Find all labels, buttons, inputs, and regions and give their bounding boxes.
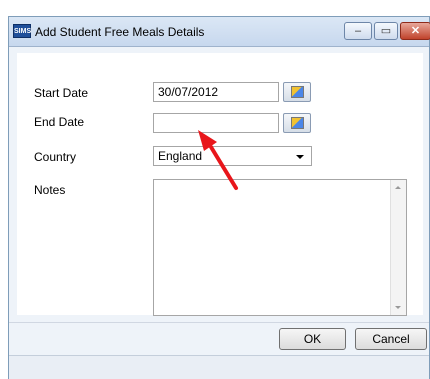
annotation-arrow — [198, 130, 238, 190]
arrow-shaft — [209, 145, 238, 190]
arrow-head — [198, 130, 217, 151]
